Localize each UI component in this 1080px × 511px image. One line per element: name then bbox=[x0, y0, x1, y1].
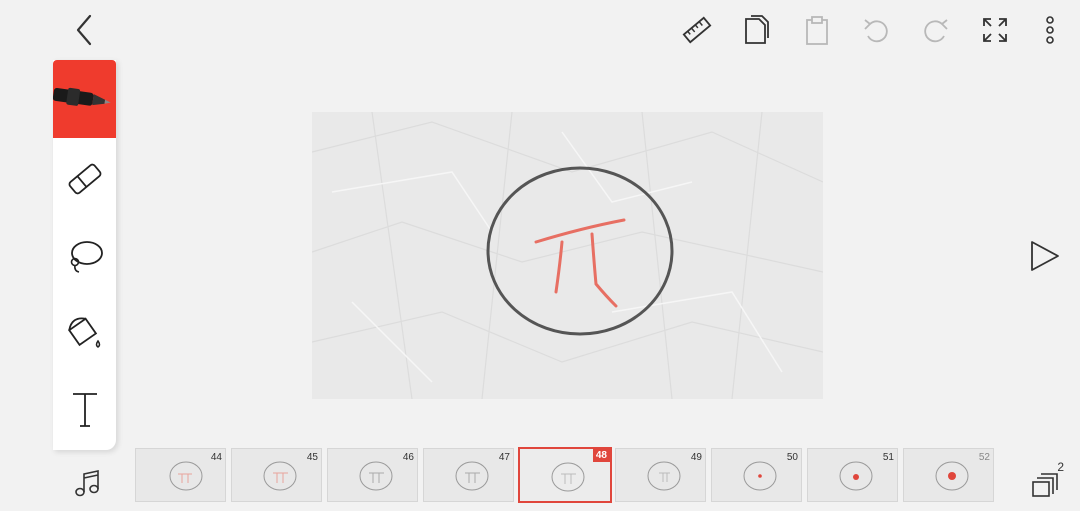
undo-icon bbox=[864, 19, 888, 43]
frame-thumbnail[interactable]: 44 bbox=[135, 448, 226, 502]
frame-number: 51 bbox=[882, 452, 894, 463]
frame-number: 44 bbox=[210, 452, 222, 463]
text-icon bbox=[72, 393, 97, 427]
undo-button[interactable] bbox=[858, 12, 896, 48]
lasso-icon bbox=[70, 241, 103, 273]
frame-thumbnail[interactable]: 46 bbox=[327, 448, 418, 502]
frame-number: 49 bbox=[690, 452, 702, 463]
music-button[interactable] bbox=[70, 464, 104, 502]
eraser-icon bbox=[68, 163, 101, 195]
drawing-strokes bbox=[486, 166, 674, 336]
fullscreen-icon bbox=[983, 18, 1007, 42]
pi-right-stroke bbox=[590, 232, 618, 308]
drawing-canvas[interactable] bbox=[312, 112, 823, 399]
back-button[interactable] bbox=[66, 12, 102, 48]
more-icon bbox=[1046, 16, 1054, 44]
frame-number: 47 bbox=[498, 452, 510, 463]
pi-top-stroke bbox=[534, 218, 626, 244]
frame-thumbnail[interactable]: 50 bbox=[711, 448, 802, 502]
redo-icon bbox=[924, 19, 948, 43]
frame-number: 46 bbox=[402, 452, 414, 463]
play-button[interactable] bbox=[1024, 236, 1064, 276]
paste-button[interactable] bbox=[798, 12, 836, 48]
frame-thumbnail[interactable]: 47 bbox=[423, 448, 514, 502]
frame-thumbnail[interactable]: 51 bbox=[807, 448, 898, 502]
lasso-tool[interactable] bbox=[53, 216, 116, 294]
frame-thumbnail[interactable]: 45 bbox=[231, 448, 322, 502]
music-note-icon bbox=[75, 470, 99, 497]
frame-number: 48 bbox=[592, 449, 610, 462]
fullscreen-button[interactable] bbox=[976, 12, 1014, 48]
copy-button[interactable] bbox=[738, 12, 776, 48]
ruler-button[interactable] bbox=[678, 12, 716, 48]
frame-thumbnail[interactable]: 49 bbox=[615, 448, 706, 502]
pen-icon bbox=[53, 87, 111, 106]
frame-thumbnail-selected[interactable]: 48 bbox=[518, 447, 612, 503]
paste-icon bbox=[806, 16, 828, 45]
play-icon bbox=[1031, 241, 1059, 271]
layers-button[interactable]: 2 bbox=[1026, 460, 1066, 502]
copy-icon bbox=[745, 15, 769, 44]
tool-panel bbox=[53, 60, 116, 450]
frame-number: 52 bbox=[978, 452, 990, 463]
text-tool[interactable] bbox=[53, 371, 116, 449]
ruler-icon bbox=[682, 16, 712, 44]
more-options-button[interactable] bbox=[1034, 12, 1066, 48]
pen-tool[interactable] bbox=[53, 60, 116, 138]
fill-bucket-icon bbox=[67, 317, 100, 348]
frame-number: 45 bbox=[306, 452, 318, 463]
chevron-left-icon bbox=[76, 14, 92, 46]
pi-left-stroke bbox=[554, 240, 564, 294]
circle-stroke bbox=[486, 166, 674, 336]
eraser-tool[interactable] bbox=[53, 140, 116, 218]
frame-number: 50 bbox=[786, 452, 798, 463]
frame-thumbnail[interactable]: 52 bbox=[903, 448, 994, 502]
redo-button[interactable] bbox=[916, 12, 954, 48]
layer-count: 2 bbox=[1057, 460, 1064, 474]
fill-tool[interactable] bbox=[53, 293, 116, 371]
